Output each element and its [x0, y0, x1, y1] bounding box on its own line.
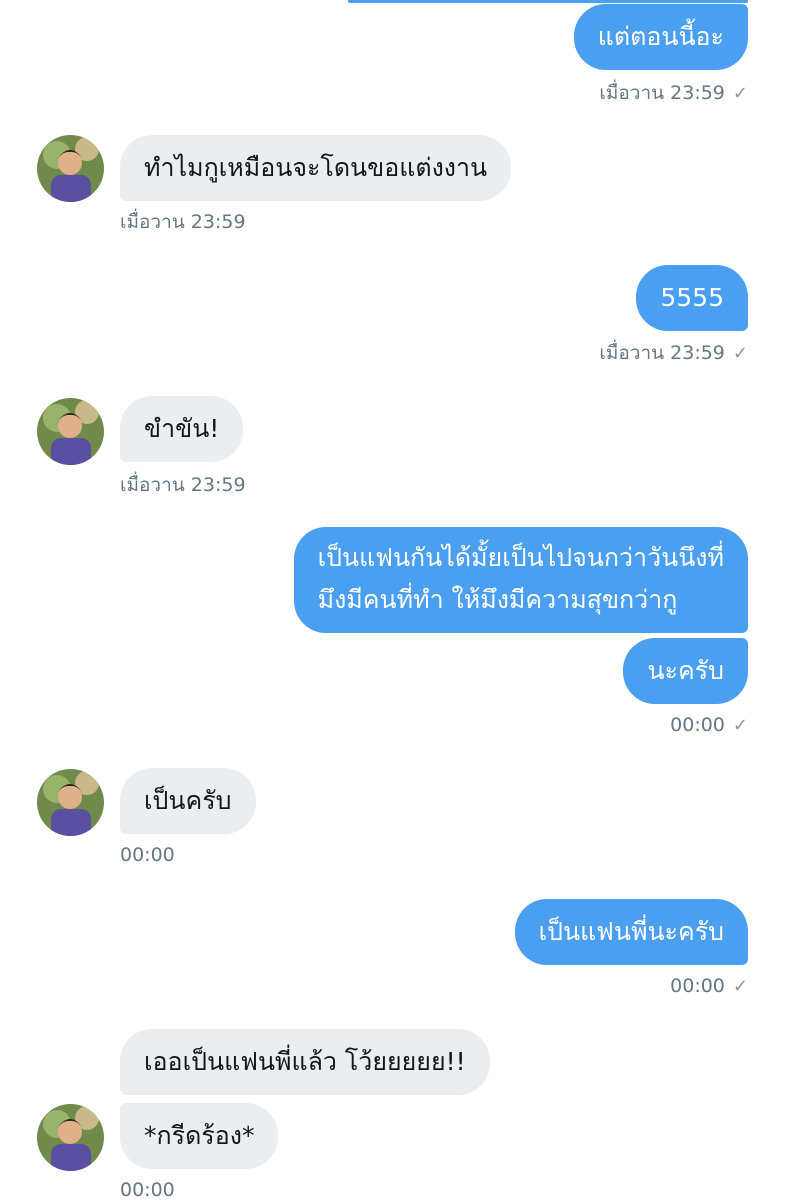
- message-timestamp: 00:00 ✓: [670, 975, 748, 997]
- message-text: ทำไมกูเหมือนจะโดนขอแต่งงาน: [144, 153, 488, 182]
- message-text: 5555: [660, 283, 724, 312]
- message-timestamp: 00:00: [120, 844, 175, 866]
- avatar[interactable]: [37, 1104, 104, 1171]
- outgoing-message-bubble[interactable]: เป็นแฟนกันได้มั้ยเป็นไปจนกว่าวันนึงที่ ม…: [293, 527, 748, 633]
- message-timestamp: 00:00 ✓: [670, 714, 748, 736]
- message-text: เป็นแฟนพี่นะครับ: [538, 917, 724, 946]
- message-timestamp: เมื่อวาน 23:59 ✓: [599, 342, 748, 364]
- message-text: เออเป็นแฟนพี่แล้ว โว้ยยยยย!!: [144, 1047, 466, 1076]
- sent-check-icon: ✓: [732, 976, 748, 997]
- message-timestamp: 00:00: [120, 1179, 175, 1201]
- message-timestamp: เมื่อวาน 23:59: [120, 211, 246, 233]
- sent-check-icon: ✓: [732, 343, 748, 364]
- avatar[interactable]: [37, 398, 104, 465]
- message-text: เป็นครับ: [144, 786, 232, 815]
- message-timestamp: เมื่อวาน 23:59 ✓: [599, 82, 748, 104]
- avatar[interactable]: [37, 769, 104, 836]
- incoming-message-bubble[interactable]: *กรีดร้อง*: [120, 1103, 279, 1169]
- outgoing-message-bubble[interactable]: นะครับ: [623, 638, 748, 704]
- sent-check-icon: ✓: [732, 83, 748, 104]
- sent-check-icon: ✓: [732, 715, 748, 736]
- message-text: *กรีดร้อง*: [144, 1121, 255, 1150]
- incoming-message-bubble[interactable]: ขำขัน!: [120, 396, 244, 462]
- outgoing-message-bubble[interactable]: แต่ตอนนี้อะ: [573, 4, 748, 70]
- message-text: นะครับ: [647, 656, 724, 685]
- message-text-line: เป็นแฟนกันได้มั้ยเป็นไปจนกว่าวันนึงที่: [317, 543, 724, 572]
- outgoing-message-bubble[interactable]: เป็นแฟนพี่นะครับ: [514, 899, 748, 965]
- avatar[interactable]: [37, 135, 104, 202]
- message-text-line: มึงมีคนที่ทำ ให้มึงมีความสุขกว่ากู: [317, 585, 678, 614]
- message-text: ขำขัน!: [144, 414, 220, 443]
- previous-message-edge: [348, 0, 748, 3]
- incoming-message-bubble[interactable]: เป็นครับ: [120, 768, 256, 834]
- message-timestamp: เมื่อวาน 23:59: [120, 474, 246, 496]
- message-text: แต่ตอนนี้อะ: [597, 22, 724, 51]
- incoming-message-bubble[interactable]: ทำไมกูเหมือนจะโดนขอแต่งงาน: [120, 135, 512, 201]
- outgoing-message-bubble[interactable]: 5555: [636, 265, 748, 331]
- incoming-message-bubble[interactable]: เออเป็นแฟนพี่แล้ว โว้ยยยยย!!: [120, 1029, 490, 1095]
